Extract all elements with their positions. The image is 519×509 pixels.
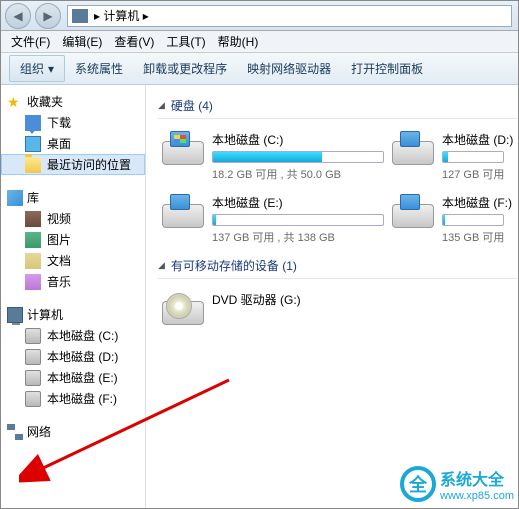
- system-properties-button[interactable]: 系统属性: [65, 56, 133, 81]
- watermark: 全 系统大全 www.xp85.com: [400, 466, 514, 502]
- menu-view[interactable]: 查看(V): [108, 31, 160, 52]
- drive-icon: [25, 391, 41, 407]
- title-bar: ◀ ▶ ▸ 计算机 ▸: [1, 1, 518, 31]
- usage-fill: [443, 215, 445, 225]
- computer-icon: [72, 9, 88, 23]
- collapse-icon: ◢: [158, 100, 165, 111]
- uninstall-button[interactable]: 卸载或更改程序: [133, 56, 237, 81]
- main-area: ★ 收藏夹 下载 桌面 最近访问的位置 库 视频 图片 文档 音乐 计算机 本地…: [1, 85, 518, 508]
- usage-bar: [442, 214, 504, 226]
- usage-bar: [212, 214, 384, 226]
- usage-bar: [442, 151, 504, 163]
- usage-fill: [213, 152, 322, 162]
- sidebar-item-downloads[interactable]: 下载: [1, 112, 145, 133]
- download-icon: [25, 115, 41, 131]
- libraries-group: 库 视频 图片 文档 音乐: [1, 187, 145, 292]
- organize-button[interactable]: 组织▾: [9, 55, 65, 82]
- document-icon: [25, 253, 41, 269]
- sidebar-item-drive-f[interactable]: 本地磁盘 (F:): [1, 388, 145, 409]
- sidebar-item-drive-c[interactable]: 本地磁盘 (C:): [1, 325, 145, 346]
- menu-help[interactable]: 帮助(H): [212, 31, 265, 52]
- drive-e[interactable]: 本地磁盘 (E:) 137 GB 可用 , 共 138 GB: [158, 190, 388, 249]
- sidebar-item-drive-e[interactable]: 本地磁盘 (E:): [1, 367, 145, 388]
- music-icon: [25, 274, 41, 290]
- nav-forward-button[interactable]: ▶: [35, 3, 61, 29]
- removable-section-header[interactable]: ◢ 有可移动存储的设备 (1): [158, 253, 518, 279]
- menu-file[interactable]: 文件(F): [5, 31, 56, 52]
- computer-header[interactable]: 计算机: [1, 304, 145, 325]
- usage-bar: [212, 151, 384, 163]
- sidebar-item-videos[interactable]: 视频: [1, 208, 145, 229]
- chevron-down-icon: ▾: [48, 62, 54, 76]
- drive-icon: [162, 194, 204, 228]
- dvd-icon: [162, 291, 204, 325]
- watermark-brand: 系统大全: [440, 466, 514, 490]
- drive-icon: [392, 131, 434, 165]
- breadcrumb-sep: ▸: [143, 9, 149, 23]
- sidebar-item-pictures[interactable]: 图片: [1, 229, 145, 250]
- control-panel-button[interactable]: 打开控制面板: [341, 56, 433, 81]
- usage-fill: [443, 152, 448, 162]
- drive-d[interactable]: 本地磁盘 (D:) 127 GB 可用: [388, 127, 508, 186]
- sidebar-item-documents[interactable]: 文档: [1, 250, 145, 271]
- network-header[interactable]: 网络: [1, 421, 145, 442]
- collapse-icon: ◢: [158, 260, 165, 271]
- favorites-header[interactable]: ★ 收藏夹: [1, 91, 145, 112]
- nav-back-button[interactable]: ◀: [5, 3, 31, 29]
- breadcrumb-location[interactable]: 计算机: [103, 7, 139, 24]
- drive-icon: [162, 131, 204, 165]
- sidebar-item-drive-d[interactable]: 本地磁盘 (D:): [1, 346, 145, 367]
- libraries-header[interactable]: 库: [1, 187, 145, 208]
- sidebar-item-music[interactable]: 音乐: [1, 271, 145, 292]
- menu-tools[interactable]: 工具(T): [160, 31, 211, 52]
- drive-name: 本地磁盘 (D:): [442, 131, 504, 148]
- breadcrumb-sep: ▸: [94, 9, 100, 23]
- drive-icon: [392, 194, 434, 228]
- drive-name: DVD 驱动器 (G:): [212, 291, 384, 308]
- computer-group: 计算机 本地磁盘 (C:) 本地磁盘 (D:) 本地磁盘 (E:) 本地磁盘 (…: [1, 304, 145, 409]
- drive-stat: 18.2 GB 可用 , 共 50.0 GB: [212, 166, 384, 182]
- menu-bar: 文件(F) 编辑(E) 查看(V) 工具(T) 帮助(H): [1, 31, 518, 53]
- library-icon: [7, 190, 23, 206]
- desktop-icon: [25, 136, 41, 152]
- drive-c[interactable]: 本地磁盘 (C:) 18.2 GB 可用 , 共 50.0 GB: [158, 127, 388, 186]
- network-group: 网络: [1, 421, 145, 442]
- computer-icon: [7, 307, 23, 323]
- hdd-list: 本地磁盘 (C:) 18.2 GB 可用 , 共 50.0 GB 本地磁盘 (D…: [158, 127, 518, 253]
- content-pane: ◢ 硬盘 (4) 本地磁盘 (C:) 18.2 GB 可用 , 共 50.0 G…: [146, 85, 518, 508]
- watermark-url: www.xp85.com: [440, 490, 514, 502]
- watermark-logo-icon: 全: [400, 466, 436, 502]
- sidebar-item-desktop[interactable]: 桌面: [1, 133, 145, 154]
- favorites-group: ★ 收藏夹 下载 桌面 最近访问的位置: [1, 91, 145, 175]
- address-bar[interactable]: ▸ 计算机 ▸: [67, 5, 512, 27]
- folder-icon: [25, 157, 41, 173]
- drive-stat: 137 GB 可用 , 共 138 GB: [212, 229, 384, 245]
- picture-icon: [25, 232, 41, 248]
- drive-name: 本地磁盘 (E:): [212, 194, 384, 211]
- network-icon: [7, 424, 23, 440]
- navigation-pane: ★ 收藏夹 下载 桌面 最近访问的位置 库 视频 图片 文档 音乐 计算机 本地…: [1, 85, 146, 508]
- drive-name: 本地磁盘 (F:): [442, 194, 504, 211]
- drive-name: 本地磁盘 (C:): [212, 131, 384, 148]
- drive-stat: 127 GB 可用: [442, 166, 504, 182]
- toolbar: 组织▾ 系统属性 卸载或更改程序 映射网络驱动器 打开控制面板: [1, 53, 518, 85]
- menu-edit[interactable]: 编辑(E): [56, 31, 108, 52]
- drive-stat: 135 GB 可用: [442, 229, 504, 245]
- drive-icon: [25, 349, 41, 365]
- video-icon: [25, 211, 41, 227]
- usage-fill: [213, 215, 216, 225]
- map-drive-button[interactable]: 映射网络驱动器: [237, 56, 341, 81]
- drive-icon: [25, 328, 41, 344]
- drive-icon: [25, 370, 41, 386]
- removable-list: DVD 驱动器 (G:): [158, 287, 518, 333]
- drive-f[interactable]: 本地磁盘 (F:) 135 GB 可用: [388, 190, 508, 249]
- dvd-drive[interactable]: DVD 驱动器 (G:): [158, 287, 388, 329]
- hdd-section-header[interactable]: ◢ 硬盘 (4): [158, 93, 518, 119]
- sidebar-item-recent[interactable]: 最近访问的位置: [1, 154, 145, 175]
- star-icon: ★: [7, 94, 23, 110]
